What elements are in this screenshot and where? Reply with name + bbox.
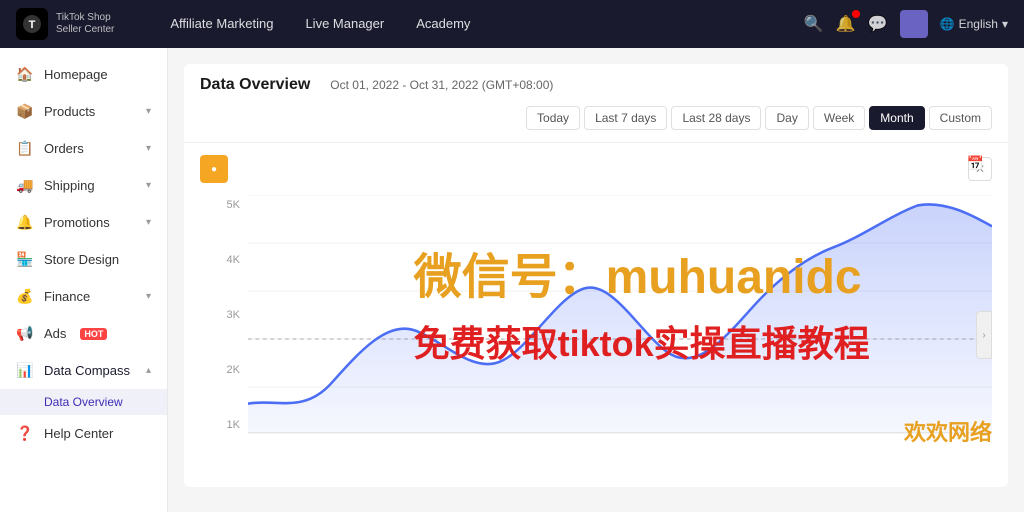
orders-icon: 📋 [16, 140, 34, 157]
sidebar-label-promotions: Promotions [44, 215, 110, 230]
content-inner: Data Overview Oct 01, 2022 - Oct 31, 202… [168, 48, 1024, 512]
orders-arrow: ▾ [146, 143, 151, 154]
sidebar-label-store-design: Store Design [44, 252, 119, 267]
ads-icon: 📢 [16, 325, 34, 342]
sidebar-item-promotions[interactable]: 🔔 Promotions ▾ [0, 204, 167, 241]
notification-badge [852, 10, 860, 18]
products-arrow: ▾ [146, 106, 151, 117]
sidebar-label-finance: Finance [44, 289, 90, 304]
search-icon-btn[interactable]: 🔍 [804, 14, 824, 34]
language-button[interactable]: 🌐 English ▾ [940, 17, 1008, 31]
logo-text: TikTok Shop Seller Center [56, 12, 114, 36]
sidebar-item-data-compass[interactable]: 📊 Data Compass ▴ [0, 352, 167, 389]
logo-icon: T [16, 8, 48, 40]
chart-svg [248, 195, 992, 435]
expand-sidebar-btn[interactable]: › [976, 311, 992, 359]
sidebar-item-finance[interactable]: 💰 Finance ▾ [0, 278, 167, 315]
panel-header: Data Overview Oct 01, 2022 - Oct 31, 202… [184, 64, 1008, 143]
hot-badge: HOT [80, 328, 107, 340]
promotions-arrow: ▾ [146, 217, 151, 228]
filter-week[interactable]: Week [813, 106, 865, 130]
sidebar-label-homepage: Homepage [44, 67, 108, 82]
notification-icon-btn[interactable]: 🔔 [836, 14, 856, 34]
filter-last28[interactable]: Last 28 days [671, 106, 761, 130]
content-area: Data Overview Oct 01, 2022 - Oct 31, 202… [168, 48, 1024, 512]
sidebar-label-ads: Ads [44, 326, 66, 341]
filter-last7[interactable]: Last 7 days [584, 106, 667, 130]
y-axis-labels: 1K 2K 3K 4K 5K [200, 195, 248, 435]
y-label-2k: 2K [204, 364, 244, 376]
nav-affiliate-marketing[interactable]: Affiliate Marketing [154, 0, 289, 48]
logo-line2: Seller Center [56, 24, 114, 36]
filter-buttons: Today Last 7 days Last 28 days Day Week … [526, 106, 992, 130]
sidebar-label-orders: Orders [44, 141, 84, 156]
calendar-icon[interactable]: 📅 [967, 155, 984, 172]
filter-month[interactable]: Month [869, 106, 924, 130]
y-label-5k: 5K [204, 199, 244, 211]
shipping-arrow: ▾ [146, 180, 151, 191]
logo: T TikTok Shop Seller Center [16, 8, 114, 40]
sidebar-item-help-center[interactable]: ❓ Help Center [0, 415, 167, 452]
sidebar-item-homepage[interactable]: 🏠 Homepage [0, 56, 167, 93]
panel-title: Data Overview [200, 76, 310, 94]
finance-arrow: ▾ [146, 291, 151, 302]
data-compass-arrow: ▴ [146, 365, 151, 376]
sidebar-label-products: Products [44, 104, 95, 119]
nav-live-manager[interactable]: Live Manager [289, 0, 400, 48]
nav-right: 🔍 🔔 💬 🌐 English ▾ [804, 10, 1008, 38]
messages-icon-btn[interactable]: 💬 [868, 14, 888, 34]
y-label-4k: 4K [204, 254, 244, 266]
help-center-icon: ❓ [16, 425, 34, 442]
date-range: Oct 01, 2022 - Oct 31, 2022 (GMT+08:00) [330, 78, 553, 92]
chart-container: 1K 2K 3K 4K 5K [200, 195, 992, 475]
filter-custom[interactable]: Custom [929, 106, 992, 130]
sidebar-label-shipping: Shipping [44, 178, 95, 193]
panel-body: ● ✕ 📅 T 1K 2K 3K [184, 143, 1008, 487]
lang-label: English [959, 17, 998, 31]
chart-svg-area [248, 195, 992, 435]
store-design-icon: 🏪 [16, 251, 34, 268]
svg-text:T: T [29, 19, 36, 31]
filter-today[interactable]: Today [526, 106, 580, 130]
sidebar-item-products[interactable]: 📦 Products ▾ [0, 93, 167, 130]
sidebar-sub-data-overview[interactable]: Data Overview [0, 389, 167, 415]
sidebar: 🏠 Homepage 📦 Products ▾ 📋 Orders ▾ 🚚 Shi… [0, 48, 168, 512]
data-overview-panel: Data Overview Oct 01, 2022 - Oct 31, 202… [184, 64, 1008, 487]
top-navigation: T TikTok Shop Seller Center Affiliate Ma… [0, 0, 1024, 48]
logo-line1: TikTok Shop [56, 12, 114, 24]
main-layout: 🏠 Homepage 📦 Products ▾ 📋 Orders ▾ 🚚 Shi… [0, 48, 1024, 512]
shipping-icon: 🚚 [16, 177, 34, 194]
sidebar-item-orders[interactable]: 📋 Orders ▾ [0, 130, 167, 167]
homepage-icon: 🏠 [16, 66, 34, 83]
nav-academy[interactable]: Academy [400, 0, 486, 48]
sidebar-item-shipping[interactable]: 🚚 Shipping ▾ [0, 167, 167, 204]
promotions-icon: 🔔 [16, 214, 34, 231]
nav-links: Affiliate Marketing Live Manager Academy [154, 0, 780, 48]
filter-day[interactable]: Day [765, 106, 808, 130]
products-icon: 📦 [16, 103, 34, 120]
finance-icon: 💰 [16, 288, 34, 305]
active-data-tab[interactable]: ● [200, 155, 228, 183]
y-label-1k: 1K [204, 419, 244, 431]
data-tabs: ● ✕ [200, 155, 992, 183]
data-compass-icon: 📊 [16, 362, 34, 379]
sidebar-label-help-center: Help Center [44, 426, 113, 441]
sidebar-item-store-design[interactable]: 🏪 Store Design [0, 241, 167, 278]
avatar[interactable] [900, 10, 928, 38]
sidebar-label-data-compass: Data Compass [44, 363, 130, 378]
y-label-3k: 3K [204, 309, 244, 321]
sidebar-item-ads[interactable]: 📢 Ads HOT [0, 315, 167, 352]
